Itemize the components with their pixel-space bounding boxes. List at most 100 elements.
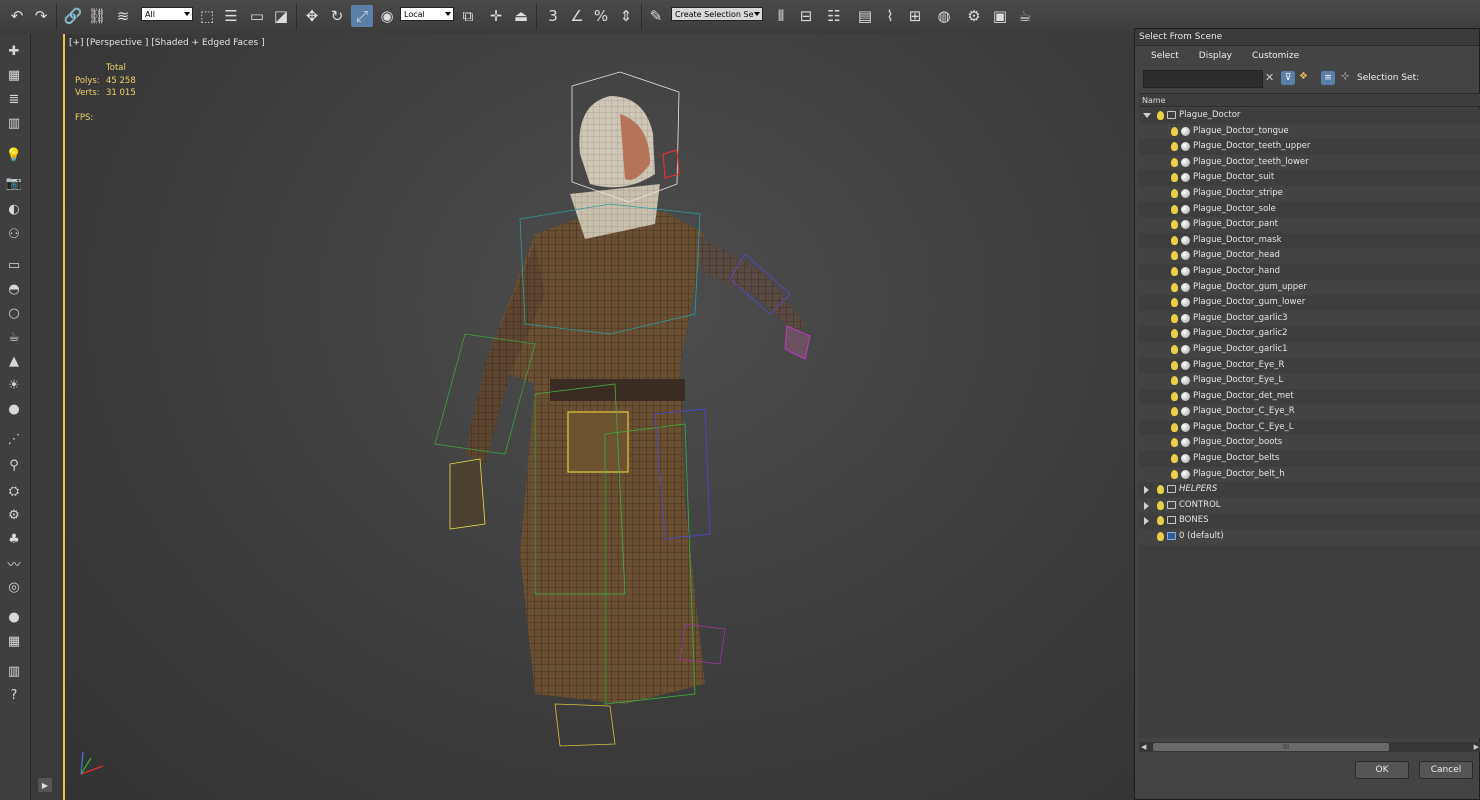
- scene-object-row[interactable]: Plague_Doctor_garlic1: [1139, 341, 1480, 358]
- help-icon[interactable]: ?: [4, 686, 24, 704]
- scene-object-row[interactable]: Plague_Doctor_teeth_lower: [1139, 154, 1480, 171]
- scene-object-row[interactable]: Plague_Doctor_boots: [1139, 435, 1480, 452]
- menu-customize[interactable]: Customize: [1252, 51, 1299, 61]
- window-crossing-icon[interactable]: ◪: [270, 5, 292, 27]
- name-column-header[interactable]: Name: [1139, 93, 1480, 107]
- scene-object-row[interactable]: Plague_Doctor_det_met: [1139, 389, 1480, 405]
- spot-light-icon[interactable]: ◐: [4, 200, 24, 218]
- scene-layer-row[interactable]: HELPERS: [1139, 482, 1480, 498]
- reference-coordinate-dropdown[interactable]: Local: [400, 7, 454, 21]
- visibility-bulb-icon[interactable]: [1171, 376, 1178, 386]
- select-and-link-icon[interactable]: 🔗: [62, 5, 84, 27]
- particles-icon[interactable]: ⚇: [4, 225, 24, 243]
- visibility-bulb-icon[interactable]: [1171, 251, 1178, 261]
- scene-object-row[interactable]: Plague_Doctor_Eye_L: [1139, 373, 1480, 389]
- gear-icon[interactable]: ⚙: [4, 506, 24, 524]
- keyboard-shortcut-override-icon[interactable]: ⏏: [510, 5, 532, 27]
- visibility-bulb-icon[interactable]: [1171, 157, 1178, 167]
- visibility-bulb-icon[interactable]: [1171, 313, 1178, 323]
- select-object-icon[interactable]: ⬚: [196, 5, 218, 27]
- spinner-snap-icon[interactable]: ⇕: [615, 5, 637, 27]
- scene-layer-row[interactable]: BONES: [1139, 513, 1480, 529]
- redo-icon[interactable]: ↷: [30, 5, 52, 27]
- modify-panel-icon[interactable]: ▦: [4, 66, 24, 84]
- lights-icon[interactable]: 💡: [4, 146, 24, 164]
- camera-icon[interactable]: 📷: [4, 174, 24, 192]
- visibility-bulb-icon[interactable]: [1171, 469, 1178, 479]
- render-grid-icon[interactable]: ▦: [4, 632, 24, 650]
- scene-object-row[interactable]: Plague_Doctor_head: [1139, 248, 1480, 264]
- foliage-icon[interactable]: ♣: [4, 530, 24, 548]
- scroll-left-icon[interactable]: ◀: [1141, 743, 1146, 751]
- unlink-selection-icon[interactable]: ⛓: [86, 5, 108, 27]
- expand-arrow-icon[interactable]: ▶: [38, 778, 52, 792]
- cone-icon[interactable]: ▲: [4, 352, 24, 370]
- filter-toggle-icon[interactable]: ⊽: [1281, 71, 1295, 85]
- dialog-title[interactable]: Select From Scene: [1135, 29, 1479, 46]
- visibility-bulb-icon[interactable]: [1157, 500, 1164, 510]
- place-icon[interactable]: ◉: [376, 5, 398, 27]
- ok-button[interactable]: OK: [1355, 761, 1409, 779]
- scrollbar-thumb[interactable]: III: [1153, 743, 1389, 751]
- visibility-bulb-icon[interactable]: [1171, 266, 1178, 276]
- pivot-center-icon[interactable]: ⧉: [457, 5, 479, 27]
- bone-icon[interactable]: ⚲: [4, 456, 24, 474]
- hierarchy-panel-icon[interactable]: ≣: [4, 90, 24, 108]
- scene-object-row[interactable]: Plague_Doctor_belts: [1139, 451, 1480, 467]
- create-panel-icon[interactable]: ✚: [4, 42, 24, 60]
- biped-icon[interactable]: ⛭: [4, 482, 24, 500]
- scene-object-row[interactable]: Plague_Doctor_Eye_R: [1139, 358, 1480, 374]
- horizontal-scrollbar[interactable]: ◀ III ▶: [1139, 742, 1480, 752]
- named-selection-set-dropdown[interactable]: Create Selection Se: [671, 7, 763, 21]
- visibility-bulb-icon[interactable]: [1171, 282, 1178, 292]
- rendered-frame-window-icon[interactable]: ▣: [989, 5, 1011, 27]
- scene-object-row[interactable]: Plague_Doctor_gum_upper: [1139, 279, 1480, 296]
- visibility-bulb-icon[interactable]: [1171, 407, 1178, 417]
- visibility-bulb-icon[interactable]: [1157, 485, 1164, 495]
- visibility-bulb-icon[interactable]: [1171, 235, 1178, 245]
- scene-object-row[interactable]: Plague_Doctor_stripe: [1139, 185, 1480, 202]
- expand-arrow-icon[interactable]: [1144, 486, 1149, 495]
- visibility-bulb-icon[interactable]: [1171, 438, 1178, 448]
- material-sphere-icon[interactable]: ●: [4, 608, 24, 626]
- hair-fur-icon[interactable]: 〰: [4, 554, 24, 573]
- scroll-right-icon[interactable]: ▶: [1474, 743, 1479, 751]
- scene-object-row[interactable]: Plague_Doctor_tongue: [1139, 123, 1480, 140]
- visibility-bulb-icon[interactable]: [1171, 298, 1178, 308]
- expand-arrow-icon[interactable]: [1144, 501, 1149, 510]
- mirror-icon[interactable]: ⫴: [770, 5, 792, 27]
- scene-object-row[interactable]: Plague_Doctor_garlic3: [1139, 310, 1480, 327]
- scene-layer-row[interactable]: Plague_Doctor: [1139, 108, 1480, 124]
- cancel-button[interactable]: Cancel: [1419, 761, 1473, 779]
- visibility-bulb-icon[interactable]: [1171, 422, 1178, 432]
- search-input[interactable]: [1143, 70, 1263, 88]
- find-case-sensitive-icon[interactable]: ❖: [1299, 71, 1308, 82]
- scene-layer-row[interactable]: CONTROL: [1139, 497, 1480, 514]
- scene-object-row[interactable]: Plague_Doctor_C_Eye_L: [1139, 420, 1480, 436]
- visibility-bulb-icon[interactable]: [1171, 329, 1178, 339]
- render-teapot-icon[interactable]: ☕: [1014, 5, 1036, 27]
- visibility-bulb-icon[interactable]: [1171, 391, 1178, 401]
- menu-select[interactable]: Select: [1151, 51, 1179, 61]
- scene-object-row[interactable]: Plague_Doctor_garlic2: [1139, 326, 1480, 342]
- clear-search-icon[interactable]: ✕: [1265, 71, 1274, 84]
- scene-object-row[interactable]: Plague_Doctor_belt_h: [1139, 466, 1480, 483]
- scene-object-row[interactable]: Plague_Doctor_suit: [1139, 170, 1480, 186]
- visibility-bulb-icon[interactable]: [1171, 173, 1178, 183]
- scene-object-row[interactable]: Plague_Doctor_mask: [1139, 233, 1480, 249]
- menu-display[interactable]: Display: [1199, 51, 1232, 61]
- character-model[interactable]: [65, 34, 1135, 800]
- selection-filter-dropdown[interactable]: All: [141, 7, 193, 21]
- angle-snap-icon[interactable]: ∠: [566, 5, 588, 27]
- hierarchy-icon[interactable]: ⊹: [1341, 71, 1349, 82]
- expand-arrow-icon[interactable]: [1144, 517, 1149, 526]
- visibility-bulb-icon[interactable]: [1171, 126, 1178, 136]
- curve-editor-icon[interactable]: ⌇: [879, 5, 901, 27]
- percent-snap-icon[interactable]: %: [590, 5, 612, 27]
- visibility-bulb-icon[interactable]: [1171, 454, 1178, 464]
- move-icon[interactable]: ✥: [301, 5, 323, 27]
- sphere-icon[interactable]: ○: [4, 304, 24, 322]
- sun-icon[interactable]: ☀: [4, 376, 24, 394]
- rotate-icon[interactable]: ↻: [326, 5, 348, 27]
- visibility-bulb-icon[interactable]: [1157, 111, 1164, 120]
